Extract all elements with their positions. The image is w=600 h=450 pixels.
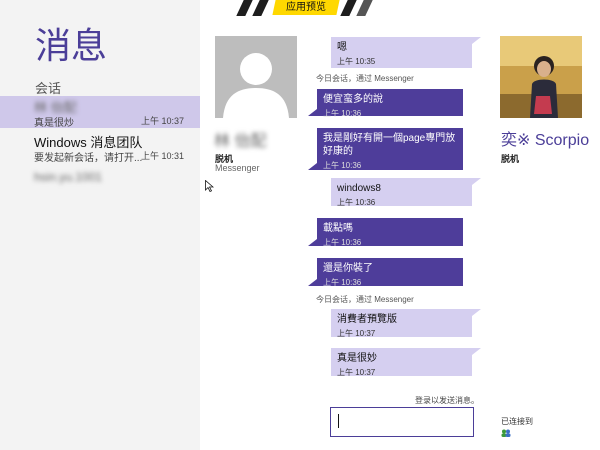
message-bubble-incoming: 嗯上午 10:35 (331, 37, 472, 68)
bubble-tail (308, 279, 317, 286)
conversation-separator: 今日会话，通过 Messenger (316, 74, 414, 83)
conversation-item[interactable]: 林 佁配 真是很炒 上午 10:37 (0, 96, 200, 129)
contact-name: 奕※ Scorpio (501, 132, 590, 149)
banner-stripe (236, 0, 253, 16)
person-silhouette-icon (215, 36, 297, 118)
bubble-tail (308, 239, 317, 246)
conversation-snippet: 真是很炒 (34, 118, 74, 129)
mouse-pointer-icon (205, 180, 214, 192)
contact-service: Messenger (215, 163, 260, 173)
bubble-tail (472, 178, 481, 185)
banner-stripe (252, 0, 269, 16)
conversation-item[interactable]: Windows 消息团队 要发起新会话，请打开... 上午 10:31 (0, 131, 200, 164)
message-bubble-outgoing: 我是剛好有開一個page專門放好康的 上午 10:36 (317, 128, 463, 170)
connection-status: 已连接到 (501, 417, 533, 426)
bubble-tail (308, 109, 317, 116)
conversation-time: 上午 10:37 (140, 116, 184, 126)
bubble-tail (472, 309, 481, 316)
conversation-separator: 今日会话，通过 Messenger (316, 295, 414, 304)
text-caret (338, 414, 339, 428)
bubble-tail (308, 163, 317, 170)
message-input[interactable] (330, 407, 474, 437)
conversation-pane: 消息 会话 林 佁配 真是很炒 上午 10:37 Windows 消息团队 要发… (0, 0, 200, 450)
app-title: 消息 (35, 25, 108, 66)
contact-avatar-photo[interactable] (500, 36, 582, 118)
banner-stripe (340, 0, 357, 16)
message-bubble-outgoing: 載點嗎 上午 10:36 (317, 218, 463, 247)
contact-avatar-placeholder[interactable] (215, 36, 297, 118)
conversation-item-blurred[interactable]: hsin.yu.1001 (34, 170, 102, 184)
contact-status: 脱机 (501, 154, 520, 164)
app-preview-badge: 应用预览 (272, 0, 340, 15)
conversation-time: 上午 10:31 (140, 151, 184, 161)
messenger-people-icon (501, 429, 511, 437)
contact-name: 林 佁配 (214, 133, 267, 150)
profile-photo (500, 36, 582, 118)
conversations-section-label: 会话 (35, 81, 62, 96)
message-bubble-incoming: 消費者預覽版 上午 10:37 (331, 309, 472, 338)
message-bubble-outgoing: 便宜蛮多的說 上午 10:36 (317, 89, 463, 118)
bubble-tail (472, 348, 481, 355)
sign-in-hint: 登录以发送消息。 (415, 396, 479, 405)
message-bubble-incoming: 真是很妙 上午 10:37 (331, 348, 472, 377)
conversation-snippet: 要发起新会话，请打开... (34, 153, 143, 164)
message-bubble-outgoing: 還是你裝了 上午 10:36 (317, 258, 463, 287)
app-preview-banner: 应用预览 (236, 0, 373, 16)
bubble-tail (472, 37, 481, 44)
message-bubble-incoming: windows8 上午 10:36 (331, 178, 472, 207)
banner-stripe (356, 0, 373, 16)
